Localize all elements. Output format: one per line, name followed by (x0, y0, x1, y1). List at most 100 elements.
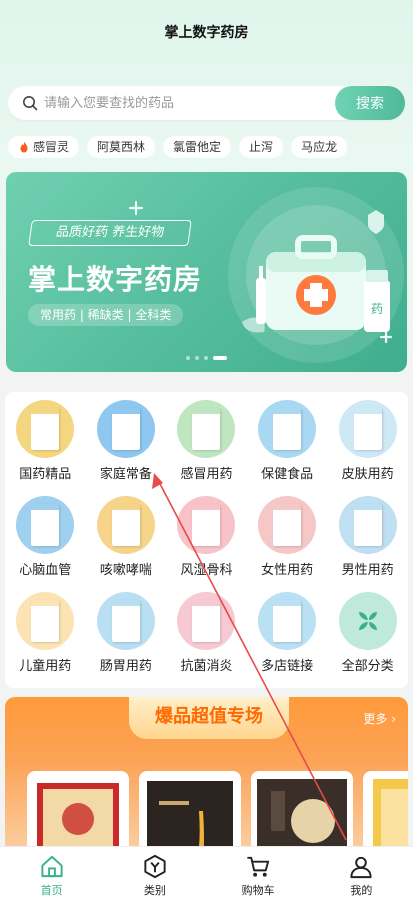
category-grid: 国药精品 家庭常备 感冒用药 保健食品 皮肤用药心脑血管 咳嗽哮喘 风湿骨科 女性用药 男性用药… (5, 392, 408, 688)
antibacterial-medicine-icon (177, 592, 236, 650)
promo-product-card[interactable] (251, 771, 353, 857)
cart-icon (247, 856, 270, 877)
profile-icon (350, 856, 372, 879)
category-item[interactable]: 女性用药 (247, 496, 328, 592)
category-label: 女性用药 (261, 563, 314, 578)
promo-title: 爆品超值专场 (155, 706, 263, 727)
tab-label: 我的 (350, 884, 373, 897)
chevron-right-icon: › (391, 712, 396, 726)
medicine-box-icon (96, 400, 155, 458)
all-categories-icon (338, 592, 397, 650)
skin-medicine-icon (338, 400, 397, 458)
hot-tag-label: 阿莫西林 (97, 140, 146, 154)
search-bar: 搜索 (8, 86, 405, 120)
category-item[interactable]: 感冒用药 (166, 400, 247, 496)
cough-medicine-icon (96, 496, 155, 554)
tab-profile[interactable]: 我的 (310, 847, 413, 898)
ginseng-gift-box-icon (16, 400, 75, 458)
tab-label: 首页 (40, 884, 63, 897)
promo-product-list (27, 771, 408, 857)
category-label: 咳嗽哮喘 (99, 563, 152, 578)
category-label: 风湿骨科 (180, 563, 233, 578)
promo-title-badge: 爆品超值专场 (129, 697, 289, 739)
category-label: 多店链接 (261, 659, 314, 674)
home-icon (41, 855, 63, 878)
category-item[interactable]: 国药精品 (5, 400, 86, 496)
category-label: 抗菌消炎 (180, 659, 233, 674)
tab-label: 购物车 (241, 884, 275, 897)
hot-tag-label: 马应龙 (301, 140, 338, 154)
promo-banner[interactable]: 品质好药 养生好物 掌上数字药房 常用药 | 稀缺类 | 全科类 药 (6, 172, 407, 372)
tab-home[interactable]: 首页 (0, 847, 103, 898)
category-item[interactable]: 儿童用药 (5, 592, 86, 688)
category-item[interactable]: 肠胃用药 (86, 592, 167, 688)
category-item[interactable]: 保健食品 (247, 400, 328, 496)
category-label: 男性用药 (341, 563, 394, 578)
hot-tag-label: 感冒灵 (33, 140, 70, 154)
page-title: 掌上数字药房 (164, 25, 249, 41)
pagination-dot[interactable] (195, 356, 199, 360)
product-image (257, 779, 347, 857)
stomach-medicine-icon (96, 592, 155, 650)
tab-category[interactable]: 类别 (103, 847, 206, 898)
promo-product-card[interactable] (139, 771, 241, 857)
banner-title: 掌上数字药房 (28, 263, 203, 296)
category-item[interactable]: 男性用药 (327, 496, 408, 592)
category-item[interactable]: 多店链接 (247, 592, 328, 688)
pagination-dot[interactable] (204, 356, 208, 360)
promo-more-link[interactable]: 更多 › (363, 710, 396, 727)
svg-text:药: 药 (371, 302, 383, 316)
category-icon (144, 854, 166, 879)
child-medicine-icon (16, 592, 75, 650)
category-label: 感冒用药 (180, 467, 233, 482)
category-label: 皮肤用药 (341, 467, 394, 482)
banner-subtitle: 常用药 | 稀缺类 | 全科类 (28, 304, 184, 326)
fire-icon (20, 141, 28, 153)
category-label: 心脑血管 (19, 563, 72, 578)
female-medicine-icon (258, 496, 317, 554)
pagination-dot[interactable] (186, 356, 190, 360)
category-item[interactable]: 心脑血管 (5, 496, 86, 592)
hot-tag[interactable]: 氯雷他定 (163, 136, 232, 158)
health-food-icon (258, 400, 317, 458)
category-label: 家庭常备 (99, 467, 152, 482)
cardio-medicine-icon (16, 496, 75, 554)
product-image (373, 779, 408, 857)
search-button[interactable]: 搜索 (335, 86, 405, 120)
category-item[interactable]: 抗菌消炎 (166, 592, 247, 688)
promo-product-card[interactable] (363, 771, 408, 857)
tab-cart[interactable]: 购物车 (207, 847, 310, 898)
category-item[interactable]: 风湿骨科 (166, 496, 247, 592)
cold-medicine-icon (177, 400, 236, 458)
banner-pagination (186, 356, 227, 360)
category-item[interactable]: 全部分类 (327, 592, 408, 688)
banner-ribbon: 品质好药 养生好物 (28, 220, 192, 246)
promo-product-card[interactable] (27, 771, 129, 857)
male-medicine-icon (338, 496, 397, 554)
rheumatism-medicine-icon (177, 496, 236, 554)
category-item[interactable]: 家庭常备 (86, 400, 167, 496)
hot-tag-label: 氯雷他定 (173, 140, 222, 154)
hot-tag[interactable]: 马应龙 (291, 136, 348, 158)
category-label: 保健食品 (261, 467, 314, 482)
product-image (147, 781, 233, 857)
category-item[interactable]: 皮肤用药 (327, 400, 408, 496)
bottom-tab-bar: 首页 类别 购物车 我的 (0, 846, 413, 898)
category-label: 国药精品 (19, 467, 72, 482)
hot-search-tags: 感冒灵 阿莫西林 氯雷他定 止泻 马应龙 (8, 136, 348, 158)
category-label: 全部分类 (341, 659, 394, 674)
hot-deals-section: 爆品超值专场 更多 › (5, 697, 408, 857)
search-icon (23, 96, 38, 111)
category-label: 肠胃用药 (99, 659, 152, 674)
hot-tag[interactable]: 感冒灵 (8, 136, 80, 158)
category-item[interactable]: 咳嗽哮喘 (86, 496, 167, 592)
medical-kit-icon: 药 (228, 187, 404, 363)
category-label: 儿童用药 (19, 659, 72, 674)
tab-label: 类别 (143, 884, 166, 897)
hot-tag[interactable]: 阿莫西林 (87, 136, 156, 158)
pagination-dot-active[interactable] (213, 356, 227, 360)
hot-tag-label: 止泻 (249, 140, 274, 154)
product-image (37, 783, 119, 857)
promo-more-label: 更多 (363, 712, 388, 726)
hot-tag[interactable]: 止泻 (239, 136, 284, 158)
